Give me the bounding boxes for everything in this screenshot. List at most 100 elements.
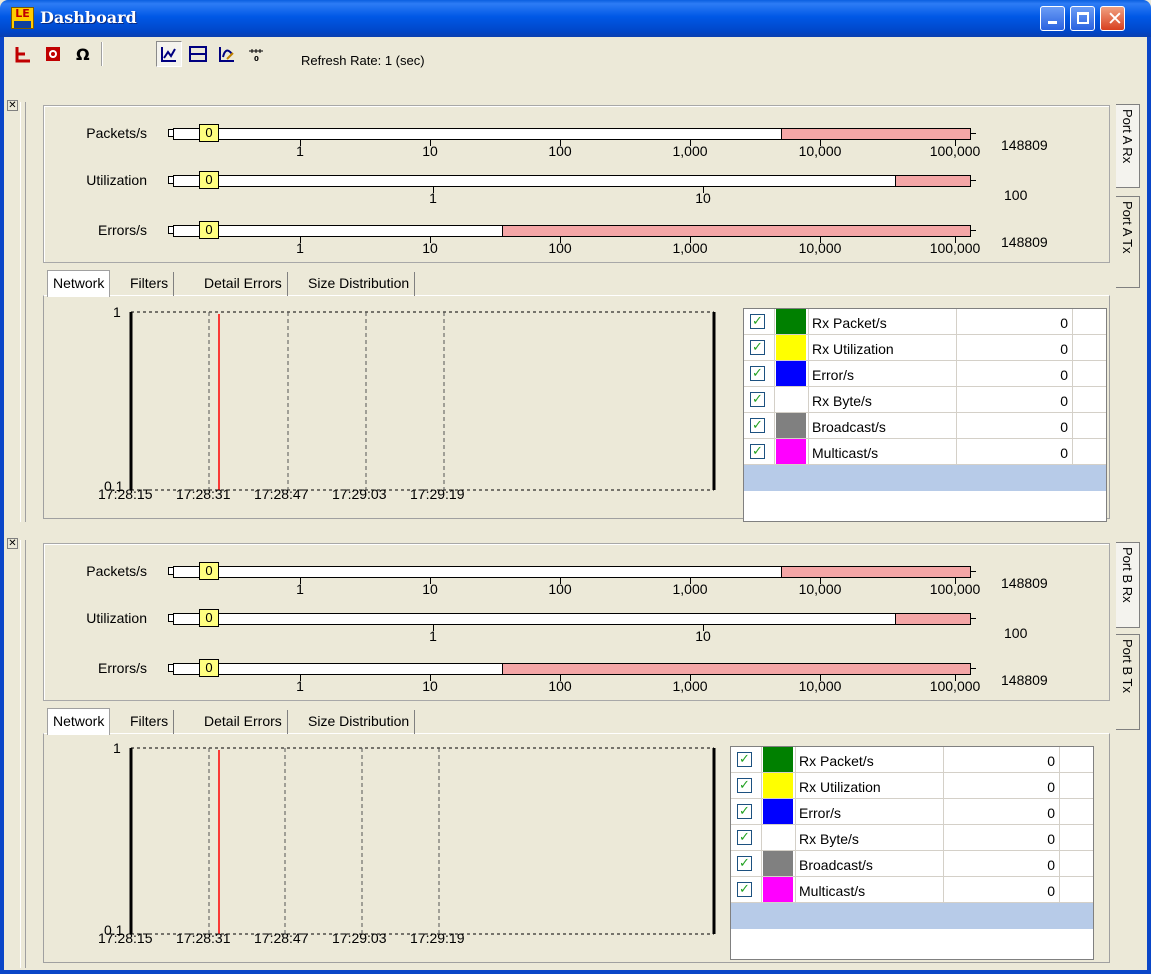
legend-row[interactable]: ✓ Rx Byte/s 0 (731, 825, 1093, 851)
meter-tick-label: 1 (296, 678, 304, 694)
series-checkbox[interactable]: ✓ (750, 418, 765, 433)
legend-blank-row[interactable] (731, 903, 1093, 929)
tab-port-a-rx[interactable]: Port A Rx (1116, 104, 1140, 188)
network-chart[interactable] (129, 310, 720, 494)
series-color-swatch[interactable] (763, 851, 793, 876)
tab-filters[interactable]: Filters (125, 710, 175, 734)
legend-row[interactable]: ✓ Rx Utilization 0 (731, 773, 1093, 799)
series-checkbox[interactable]: ✓ (737, 752, 752, 767)
network-chart[interactable] (129, 746, 720, 938)
line-chart-button[interactable] (156, 41, 182, 67)
tab-size-distribution[interactable]: Size Distribution (303, 710, 416, 734)
meter-max-value: 148809 (1001, 672, 1048, 688)
minimize-button[interactable] (1040, 6, 1065, 31)
series-name: Rx Utilization (812, 341, 894, 357)
meter-value-slider[interactable]: 0 (199, 659, 219, 677)
panel-splitter[interactable] (20, 102, 26, 522)
series-color-swatch[interactable] (763, 825, 793, 850)
panel-close-button[interactable]: ✕ (7, 100, 18, 111)
series-legend[interactable]: ✓ Rx Packet/s 0 ✓ Rx Utilization 0 ✓ Error/s 0 ✓ R… (730, 746, 1094, 960)
meter-value-slider[interactable]: 0 (199, 562, 219, 580)
legend-row[interactable]: ✓ Broadcast/s 0 (744, 413, 1106, 439)
meter-tick-label: 100,000 (929, 240, 981, 256)
tab-filters[interactable]: Filters (125, 272, 175, 296)
window-frame-bottom[interactable] (0, 970, 1151, 974)
chart-x-tick-label: 17:28:31 (176, 486, 231, 502)
threshold-button[interactable]: 0 (243, 41, 269, 67)
vertical-tab-label: Port A Rx (1120, 109, 1135, 164)
meter-end-tick (970, 668, 976, 669)
tab-network[interactable]: Network (47, 708, 111, 735)
series-name: Rx Utilization (799, 779, 881, 795)
series-color-swatch[interactable] (763, 773, 793, 798)
meter-tick-label: 10 (422, 581, 438, 597)
tab-detail-errors[interactable]: Detail Errors (199, 272, 288, 296)
series-name: Broadcast/s (799, 857, 873, 873)
meter-label: Utilization (86, 610, 147, 626)
series-checkbox[interactable]: ✓ (750, 366, 765, 381)
legend-row[interactable]: ✓ Rx Utilization 0 (744, 335, 1106, 361)
legend-row[interactable]: ✓ Error/s 0 (744, 361, 1106, 387)
record-button[interactable] (40, 41, 66, 67)
tab-port-b-rx[interactable]: Port B Rx (1116, 542, 1140, 628)
series-checkbox[interactable]: ✓ (737, 882, 752, 897)
meter-tick-label: 100,000 (929, 678, 981, 694)
ohm-button[interactable]: Ω (70, 41, 96, 67)
series-color-swatch[interactable] (776, 335, 806, 360)
meter-value-slider[interactable]: 0 (199, 171, 219, 189)
chart-x-tick-label: 17:29:19 (410, 930, 465, 946)
tab-detail-errors[interactable]: Detail Errors (199, 710, 288, 734)
legend-row[interactable]: ✓ Multicast/s 0 (744, 439, 1106, 465)
meter-threshold-bar (502, 663, 971, 675)
tab-strip: Network Filters Detail Errors Size Distribu… (47, 270, 467, 297)
legend-row[interactable]: ✓ Rx Byte/s 0 (744, 387, 1106, 413)
chart-x-tick-label: 17:28:47 (254, 486, 309, 502)
meter-tick-label: 10,000 (798, 240, 842, 256)
meter-track (173, 566, 971, 578)
series-checkbox[interactable]: ✓ (737, 778, 752, 793)
legend-blank-row[interactable] (744, 465, 1106, 491)
chart-x-tick-label: 17:28:47 (254, 930, 309, 946)
series-legend[interactable]: ✓ Rx Packet/s 0 ✓ Rx Utilization 0 ✓ Error/s 0 ✓ R… (743, 308, 1107, 522)
series-checkbox[interactable]: ✓ (737, 830, 752, 845)
legend-row[interactable]: ✓ Broadcast/s 0 (731, 851, 1093, 877)
series-checkbox[interactable]: ✓ (750, 314, 765, 329)
chart-x-tick-label: 17:29:03 (332, 930, 387, 946)
series-color-swatch[interactable] (776, 413, 806, 438)
series-color-swatch[interactable] (776, 309, 806, 334)
series-checkbox[interactable]: ✓ (737, 804, 752, 819)
port-layout-button[interactable] (10, 41, 36, 67)
series-checkbox[interactable]: ✓ (750, 392, 765, 407)
series-color-swatch[interactable] (776, 361, 806, 386)
tab-port-b-tx[interactable]: Port B Tx (1116, 634, 1140, 730)
panel-close-button[interactable]: ✕ (7, 538, 18, 549)
meter-value-slider[interactable]: 0 (199, 124, 219, 142)
legend-row[interactable]: ✓ Rx Packet/s 0 (731, 747, 1093, 773)
split-view-button[interactable] (185, 41, 211, 67)
series-color-swatch[interactable] (763, 747, 793, 772)
series-checkbox[interactable]: ✓ (750, 340, 765, 355)
series-checkbox[interactable]: ✓ (750, 444, 765, 459)
series-color-swatch[interactable] (776, 387, 806, 412)
title-bar[interactable]: LE Dashboard ✕ (0, 0, 1151, 37)
graph-settings-button[interactable] (214, 41, 240, 67)
svg-text:Ω: Ω (76, 45, 90, 63)
series-color-swatch[interactable] (776, 439, 806, 464)
close-button[interactable]: ✕ (1100, 6, 1125, 31)
panel-splitter[interactable] (20, 540, 26, 968)
meter-label: Errors/s (98, 222, 147, 238)
legend-row[interactable]: ✓ Multicast/s 0 (731, 877, 1093, 903)
legend-row[interactable]: ✓ Error/s 0 (731, 799, 1093, 825)
tab-network[interactable]: Network (47, 270, 111, 297)
maximize-button[interactable] (1070, 6, 1095, 31)
tab-size-distribution[interactable]: Size Distribution (303, 272, 416, 296)
meter-value-slider[interactable]: 0 (199, 221, 219, 239)
series-name: Rx Packet/s (812, 315, 887, 331)
series-color-swatch[interactable] (763, 877, 793, 902)
tab-port-a-tx[interactable]: Port A Tx (1116, 196, 1140, 288)
series-color-swatch[interactable] (763, 799, 793, 824)
legend-row[interactable]: ✓ Rx Packet/s 0 (744, 309, 1106, 335)
series-name: Error/s (812, 367, 854, 383)
meter-value-slider[interactable]: 0 (199, 609, 219, 627)
series-checkbox[interactable]: ✓ (737, 856, 752, 871)
